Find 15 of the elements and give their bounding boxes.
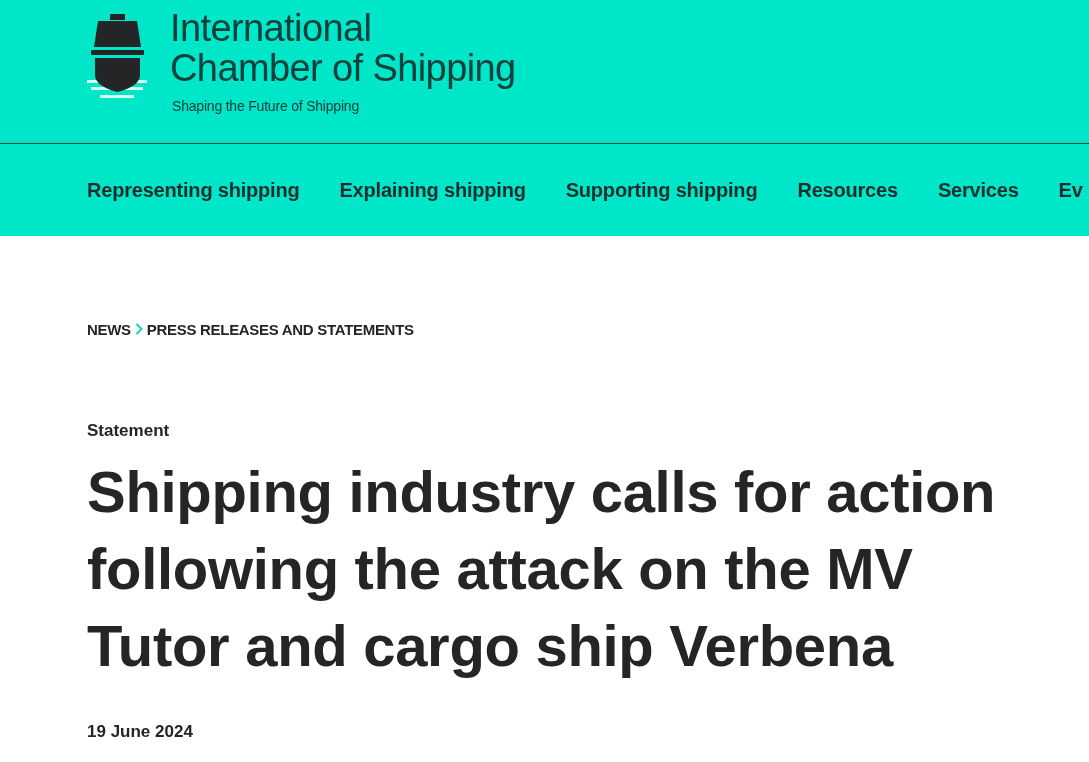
article-date: 19 June 2024 [87,722,193,742]
breadcrumb-link[interactable]: PRESS RELEASES AND STATEMENTS [146,320,414,338]
logo-title[interactable]: International Chamber of Shipping [170,8,516,88]
nav-link[interactable]: Resources [797,178,898,202]
chevron-right-icon [134,323,143,335]
article-title: Shipping industry calls for action following the attack on the MV Tutor and cargo ship Verbena [87,458,997,680]
nav-link[interactable]: Supporting shipping [565,178,758,202]
nav-link[interactable]: Services [937,178,1019,202]
nav-link[interactable]: Representing shipping [87,178,300,202]
nav-link[interactable]: Explaining shipping [339,178,526,202]
logo-tagline: Shaping the Future of Shipping [172,98,360,114]
article-category: Statement [87,421,170,441]
nav-link[interactable]: Ev [1058,178,1083,202]
breadcrumb-link[interactable]: NEWS [87,320,131,338]
ship-logo-icon [87,13,147,101]
